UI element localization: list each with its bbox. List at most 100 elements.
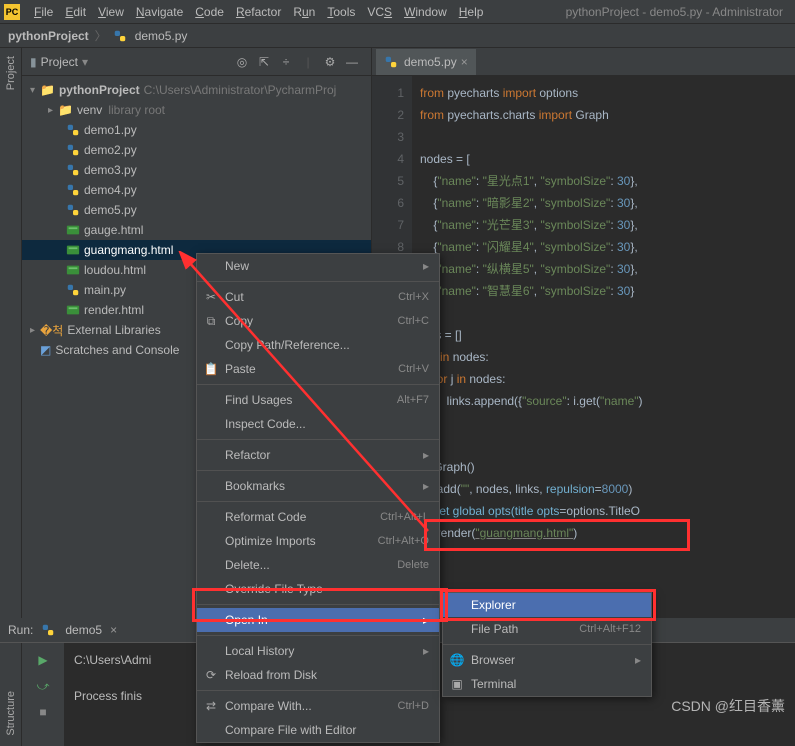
collapse-icon[interactable]: ÷ xyxy=(277,53,295,71)
ctx-openin-explorer[interactable]: Explorer xyxy=(443,593,651,617)
expand-icon[interactable]: ⇱ xyxy=(255,53,273,71)
context-menu[interactable]: New▸ ✂CutCtrl+X⧉CopyCtrl+C Copy Path/Refer… xyxy=(196,253,440,743)
menu-edit[interactable]: Edit xyxy=(59,5,92,19)
run-stop-button[interactable]: ■ xyxy=(32,701,54,723)
tree-file-demo3-py[interactable]: demo3.py xyxy=(22,160,371,180)
ctx-openin-browser[interactable]: 🌐Browser▸ xyxy=(443,648,651,672)
ctx-shortcut: Ctrl+V xyxy=(398,363,429,375)
gear-icon[interactable]: ⚙ xyxy=(321,53,339,71)
python-file-icon xyxy=(66,143,80,157)
title-bar: PC File Edit View Navigate Code Refactor… xyxy=(0,0,795,24)
tree-file-label: render.html xyxy=(84,303,144,317)
hide-icon[interactable]: — xyxy=(343,53,361,71)
ctx-local-history[interactable]: Local History▸ xyxy=(197,639,439,663)
menu-vcs[interactable]: VCS xyxy=(361,5,398,19)
tree-file-label: demo5.py xyxy=(84,203,137,217)
html-file-icon xyxy=(66,303,80,317)
left-tool-stripe: Project xyxy=(0,48,22,618)
ctx-delete-[interactable]: Delete...Delete xyxy=(197,553,439,577)
tree-file-gauge-html[interactable]: gauge.html xyxy=(22,220,371,240)
close-icon[interactable]: × xyxy=(110,623,117,637)
stripe-project[interactable]: Project xyxy=(5,56,17,90)
chevron-right-icon: ▸ xyxy=(423,644,429,658)
ctx-openin-file-path[interactable]: File PathCtrl+Alt+F12 xyxy=(443,617,651,641)
ctx-label: Find Usages xyxy=(225,393,292,407)
ctx-reformat-code[interactable]: Reformat Code Ctrl+Alt+L xyxy=(197,505,439,529)
editor-tabs: demo5.py × xyxy=(372,48,795,76)
chevron-right-icon: ▸ xyxy=(423,259,429,273)
ctx-override-file-type[interactable]: Override File Type xyxy=(197,577,439,601)
python-file-icon xyxy=(66,283,80,297)
menu-window[interactable]: Window xyxy=(398,5,453,19)
ctx-icon: 📋 xyxy=(203,362,219,376)
python-file-icon xyxy=(41,623,55,637)
context-submenu-open-in[interactable]: ExplorerFile PathCtrl+Alt+F12🌐Browser▸▣T… xyxy=(442,592,652,697)
breadcrumb-file[interactable]: demo5.py xyxy=(135,29,188,43)
ctx-label: Paste xyxy=(225,362,256,376)
ctx-openin-terminal[interactable]: ▣Terminal xyxy=(443,672,651,696)
tree-file-demo1-py[interactable]: demo1.py xyxy=(22,120,371,140)
ctx-refactor[interactable]: Refactor▸ xyxy=(197,443,439,467)
ctx-label: Bookmarks xyxy=(225,479,285,493)
tree-project-root[interactable]: ▾📁 pythonProject C:\Users\Administrator\… xyxy=(22,80,371,100)
tree-file-demo4-py[interactable]: demo4.py xyxy=(22,180,371,200)
ctx-label: File Path xyxy=(471,622,518,636)
tree-file-label: demo4.py xyxy=(84,183,137,197)
html-file-icon xyxy=(66,243,80,257)
tree-root-name: pythonProject xyxy=(59,83,140,97)
ctx-compare-with-[interactable]: ⇄Compare With...Ctrl+D xyxy=(197,694,439,718)
python-file-icon xyxy=(66,203,80,217)
editor-tab-demo5[interactable]: demo5.py × xyxy=(376,49,476,75)
tree-file-label: demo2.py xyxy=(84,143,137,157)
menu-view[interactable]: View xyxy=(92,5,130,19)
menu-code[interactable]: Code xyxy=(189,5,230,19)
ctx-find-usages[interactable]: Find UsagesAlt+F7 xyxy=(197,388,439,412)
ctx-label: Browser xyxy=(471,653,515,667)
ctx-open-in[interactable]: Open In▸ xyxy=(197,608,439,632)
window-title: pythonProject - demo5.py - Administrator xyxy=(566,5,791,19)
ctx-shortcut: Ctrl+D xyxy=(398,700,429,712)
run-rerun-button[interactable]: ⤻ xyxy=(32,675,54,697)
locate-icon[interactable]: ◎ xyxy=(233,53,251,71)
close-icon[interactable]: × xyxy=(461,55,468,69)
ctx-icon: 🌐 xyxy=(449,653,465,667)
python-file-icon xyxy=(66,123,80,137)
ctx-new[interactable]: New▸ xyxy=(197,254,439,278)
menu-file[interactable]: File xyxy=(28,5,59,19)
ctx-label: Copy Path/Reference... xyxy=(225,338,350,352)
ctx-copy[interactable]: ⧉CopyCtrl+C xyxy=(197,309,439,333)
ctx-copy-path-reference-[interactable]: Copy Path/Reference... xyxy=(197,333,439,357)
menu-help[interactable]: Help xyxy=(453,5,490,19)
ctx-paste[interactable]: 📋 Paste Ctrl+V xyxy=(197,357,439,381)
ctx-icon: ⟳ xyxy=(203,668,219,682)
ctx-reload-from-disk[interactable]: ⟳Reload from Disk xyxy=(197,663,439,687)
ctx-label: Terminal xyxy=(471,677,516,691)
chevron-right-icon: ▸ xyxy=(423,448,429,462)
run-play-button[interactable]: ▶ xyxy=(32,649,54,671)
ctx-cut[interactable]: ✂CutCtrl+X xyxy=(197,285,439,309)
tree-file-demo2-py[interactable]: demo2.py xyxy=(22,140,371,160)
menu-run[interactable]: Run xyxy=(287,5,321,19)
breadcrumb-project[interactable]: pythonProject xyxy=(8,29,89,43)
project-panel-title[interactable]: Project xyxy=(41,55,78,69)
breadcrumb: pythonProject 〉 demo5.py xyxy=(0,24,795,48)
ctx-label: Optimize Imports xyxy=(225,534,316,548)
ctx-label: Reformat Code xyxy=(225,510,306,524)
code-editor[interactable]: from pyecharts import options from pyech… xyxy=(412,76,643,618)
ctx-compare-file-with-editor[interactable]: Compare File with Editor xyxy=(197,718,439,742)
menu-refactor[interactable]: Refactor xyxy=(230,5,287,19)
run-tab[interactable]: demo5 xyxy=(65,623,102,637)
app-icon: PC xyxy=(4,4,20,20)
menu-navigate[interactable]: Navigate xyxy=(130,5,189,19)
menu-tools[interactable]: Tools xyxy=(321,5,361,19)
tree-file-label: gauge.html xyxy=(84,223,143,237)
ctx-inspect-code-[interactable]: Inspect Code... xyxy=(197,412,439,436)
tree-venv[interactable]: ▸📁 venv library root xyxy=(22,100,371,120)
tree-file-demo5-py[interactable]: demo5.py xyxy=(22,200,371,220)
ctx-bookmarks[interactable]: Bookmarks▸ xyxy=(197,474,439,498)
python-file-icon xyxy=(384,55,398,69)
stripe-structure[interactable]: Structure xyxy=(5,691,17,736)
ctx-optimize-imports[interactable]: Optimize ImportsCtrl+Alt+O xyxy=(197,529,439,553)
ctx-shortcut: Ctrl+Alt+L xyxy=(380,511,429,523)
ctx-label: Copy xyxy=(225,314,253,328)
